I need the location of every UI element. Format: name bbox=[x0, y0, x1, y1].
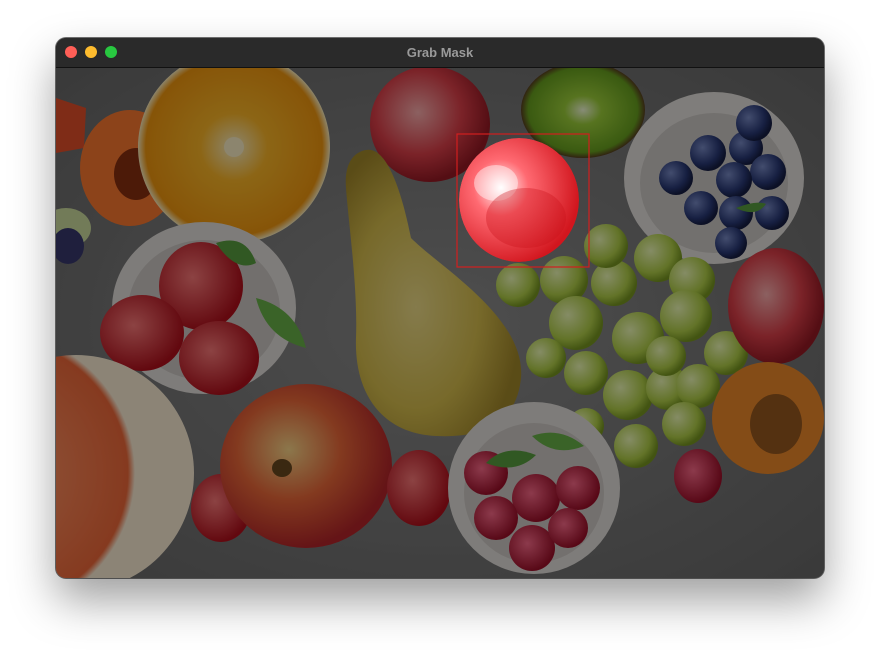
window-title: Grab Mask bbox=[406, 45, 474, 60]
title-bar[interactable]: Grab Mask bbox=[56, 38, 824, 68]
image-canvas[interactable] bbox=[56, 68, 824, 578]
selected-peach bbox=[459, 138, 579, 262]
app-window: Grab Mask bbox=[56, 38, 824, 578]
dim-overlay bbox=[56, 68, 824, 578]
fruit-image[interactable] bbox=[56, 68, 824, 578]
